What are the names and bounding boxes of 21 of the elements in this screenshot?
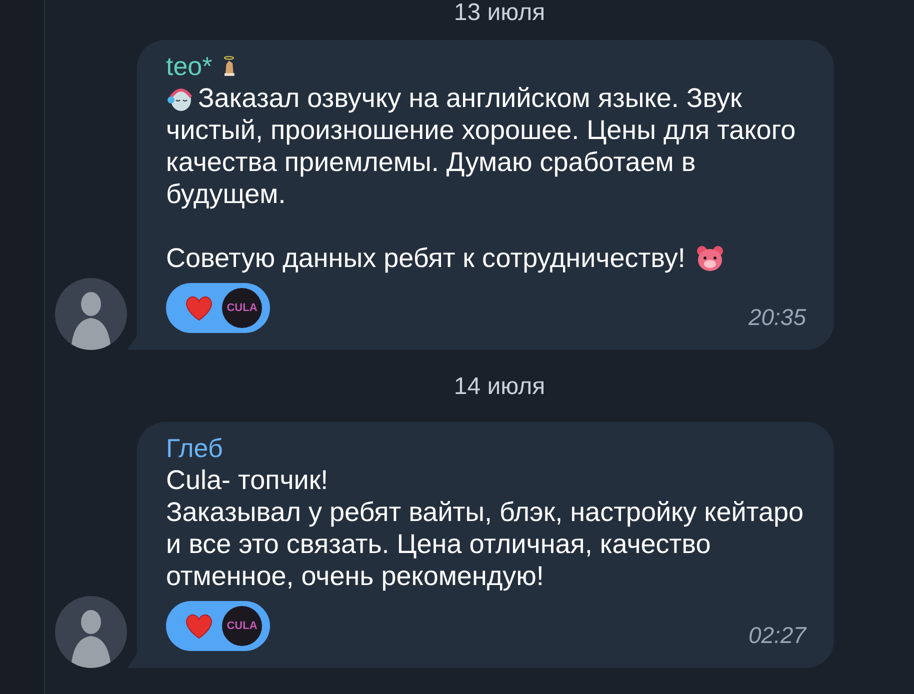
message-text: и все это связать. Цена отличная, качество <box>166 528 711 560</box>
message-text: чистый, произношение хорошее. Цены для такого <box>166 114 796 146</box>
author-name[interactable]: Глеб <box>166 432 223 464</box>
cula-logo: CULA <box>222 288 262 328</box>
date-label: 14 июля <box>454 374 546 400</box>
message-text: Заказал озвучку на английском языке. Звук <box>198 82 742 114</box>
cula-logo: CULA <box>222 606 262 646</box>
heart-icon <box>184 612 214 640</box>
heart-icon <box>184 294 214 322</box>
reaction-button[interactable]: CULA <box>166 601 270 651</box>
message-time: 02:27 <box>748 622 806 649</box>
message-text: Советую данных ребят к сотрудничеству! <box>166 242 686 274</box>
date-label: 13 июля <box>454 0 546 26</box>
message-text: качества приемлемы. Думаю сработаем в <box>166 146 696 178</box>
message-text: будущем. <box>166 178 286 210</box>
author-name[interactable]: teo* <box>166 50 212 82</box>
message-text: Заказывал у ребят вайты, блэк, настройку кейтаро <box>166 496 804 528</box>
message-text: Cula- топчик! <box>166 464 328 496</box>
reaction-button[interactable]: CULA <box>166 283 270 333</box>
message-text: отменное, очень рекомендую! <box>166 560 544 592</box>
message-time: 20:35 <box>748 304 806 331</box>
